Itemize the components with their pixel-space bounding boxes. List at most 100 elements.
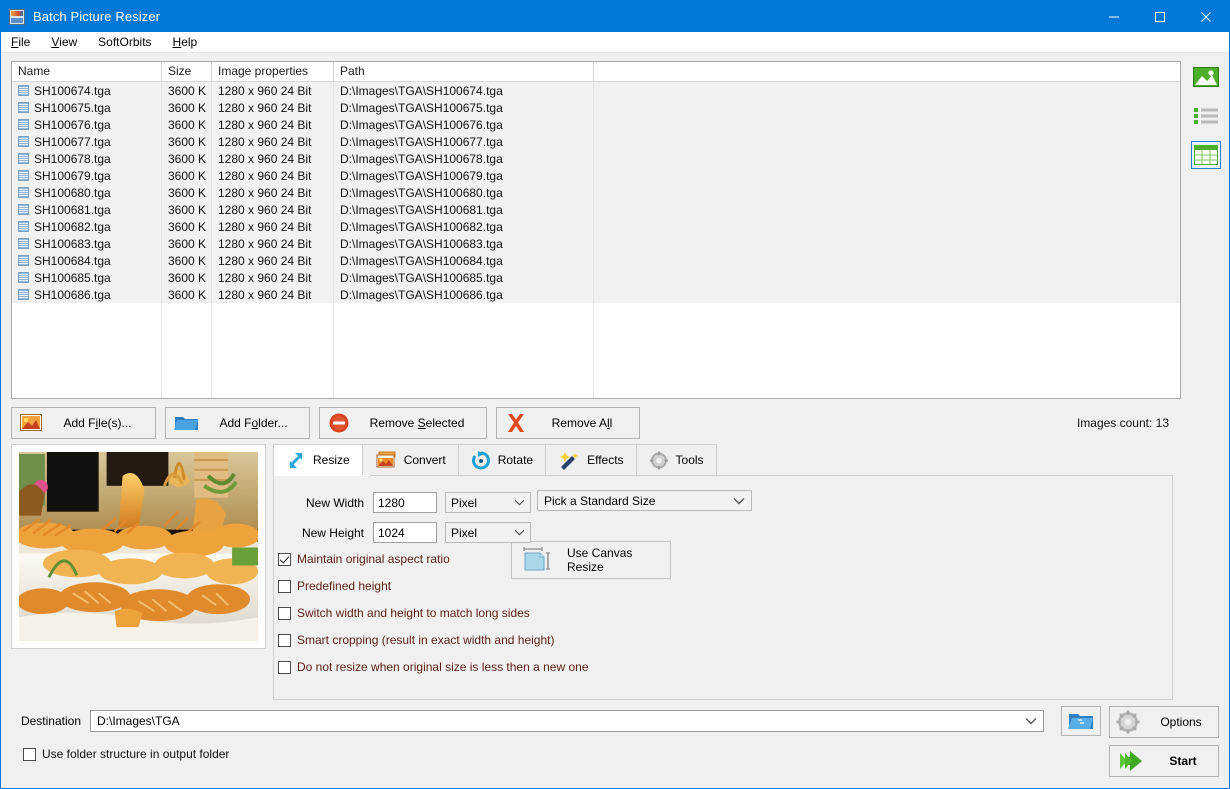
- use-folder-structure-row[interactable]: Use folder structure in output folder: [23, 747, 1101, 761]
- maximize-button[interactable]: [1137, 1, 1183, 32]
- remove-selected-label: Remove Selected: [369, 415, 465, 430]
- browse-folder-button[interactable]: [1061, 706, 1101, 736]
- cell-image-properties: 1280 x 960 24 Bit: [218, 168, 312, 183]
- menu-help[interactable]: Help: [171, 33, 209, 51]
- resize-option-row[interactable]: Switch width and height to match long si…: [278, 606, 1172, 620]
- resize-option-checkbox[interactable]: [278, 579, 291, 593]
- tab-resize[interactable]: Resize: [273, 444, 363, 475]
- cell-path: D:\Images\TGA\SH100681.tga: [340, 202, 503, 217]
- close-button[interactable]: [1183, 1, 1229, 32]
- column-header-path[interactable]: Path: [334, 62, 594, 81]
- application-window: Batch Picture Resizer File View SoftOrbi…: [0, 0, 1230, 789]
- resize-option-label: Do not resize when original size is less…: [297, 660, 589, 674]
- tga-file-icon: [18, 272, 29, 283]
- table-row[interactable]: SH100678.tga 3600 K 1280 x 960 24 Bit D:\Im…: [12, 150, 1180, 167]
- tab-effects[interactable]: Effects: [545, 444, 637, 475]
- table-row[interactable]: SH100679.tga 3600 K 1280 x 960 24 Bit D:\Im…: [12, 167, 1180, 184]
- cell-name: SH100678.tga: [12, 152, 162, 166]
- add-folder-button[interactable]: Add Folder...: [165, 406, 310, 439]
- tga-file-icon: [18, 136, 29, 147]
- options-button[interactable]: Options: [1109, 706, 1219, 738]
- table-row[interactable]: SH100681.tga 3600 K 1280 x 960 24 Bit D:\Im…: [12, 201, 1180, 218]
- menu-file[interactable]: File: [9, 33, 41, 51]
- cell-size: 3600 K: [168, 253, 207, 268]
- resize-option-row[interactable]: Do not resize when original size is less…: [278, 660, 1172, 674]
- file-name: SH100674.tga: [34, 83, 111, 98]
- destination-combo[interactable]: D:\Images\TGA: [90, 710, 1044, 732]
- add-files-button[interactable]: Add File(s)...: [11, 406, 156, 439]
- main-body: Name Size Image properties Path SH100674…: [1, 53, 1229, 700]
- tga-file-icon: [18, 153, 29, 164]
- chevron-down-icon: [514, 499, 525, 506]
- column-header-image-properties[interactable]: Image properties: [212, 62, 334, 81]
- file-list[interactable]: Name Size Image properties Path SH100674…: [11, 61, 1181, 399]
- resize-option-row[interactable]: Smart cropping (result in exact width an…: [278, 633, 1172, 647]
- new-width-input[interactable]: [373, 492, 437, 513]
- new-width-unit-select[interactable]: Pixel: [445, 492, 531, 513]
- use-folder-structure-checkbox[interactable]: [23, 747, 36, 761]
- tga-file-icon: [18, 289, 29, 300]
- cell-image-properties: 1280 x 960 24 Bit: [218, 100, 312, 115]
- resize-option-row[interactable]: Maintain original aspect ratio: [278, 552, 1172, 566]
- resize-option-row[interactable]: Predefined height: [278, 579, 1172, 593]
- column-header-name[interactable]: Name: [12, 62, 162, 81]
- menu-view[interactable]: View: [49, 33, 88, 51]
- tab-convert[interactable]: Convert: [361, 444, 459, 475]
- cell-name: SH100683.tga: [12, 237, 162, 251]
- table-row[interactable]: SH100676.tga 3600 K 1280 x 960 24 Bit D:\Im…: [12, 116, 1180, 133]
- table-row[interactable]: SH100684.tga 3600 K 1280 x 960 24 Bit D:\Im…: [12, 252, 1180, 269]
- menu-softorbits[interactable]: SoftOrbits: [96, 33, 162, 51]
- resize-option-checkbox[interactable]: [278, 552, 291, 566]
- file-name: SH100677.tga: [34, 134, 111, 149]
- tga-file-icon: [18, 85, 29, 96]
- thumbnail-view-icon: [1193, 67, 1219, 87]
- table-row[interactable]: SH100686.tga 3600 K 1280 x 960 24 Bit D:\Im…: [12, 286, 1180, 303]
- file-name: SH100678.tga: [34, 151, 111, 166]
- details-view-button[interactable]: [1191, 141, 1221, 169]
- preview-image: [19, 452, 258, 641]
- new-height-input[interactable]: [373, 522, 437, 543]
- image-icon: [20, 414, 42, 431]
- cell-size: 3600 K: [168, 100, 207, 115]
- footer: Destination D:\Images\TGA Use folder str…: [1, 700, 1229, 788]
- column-header-size[interactable]: Size: [162, 62, 212, 81]
- cell-name: SH100676.tga: [12, 118, 162, 132]
- cell-image-properties: 1280 x 960 24 Bit: [218, 219, 312, 234]
- cell-path: D:\Images\TGA\SH100677.tga: [340, 134, 503, 149]
- browse-folder-icon: [1068, 711, 1094, 731]
- cell-size: 3600 K: [168, 151, 207, 166]
- list-view-button[interactable]: [1191, 102, 1221, 130]
- tab-effects-label: Effects: [587, 453, 624, 467]
- table-row[interactable]: SH100675.tga 3600 K 1280 x 960 24 Bit D:\Im…: [12, 99, 1180, 116]
- remove-all-button[interactable]: Remove All: [496, 406, 640, 439]
- resize-option-checkbox[interactable]: [278, 606, 291, 620]
- chevron-down-icon: [514, 529, 525, 536]
- table-row[interactable]: SH100674.tga 3600 K 1280 x 960 24 Bit D:\Im…: [12, 82, 1180, 99]
- use-canvas-resize-label: Use Canvas Resize: [567, 546, 633, 574]
- file-list-header: Name Size Image properties Path: [12, 62, 1180, 82]
- file-name: SH100679.tga: [34, 168, 111, 183]
- remove-selected-button[interactable]: Remove Selected: [319, 406, 487, 439]
- use-canvas-resize-button[interactable]: Use Canvas Resize: [511, 541, 671, 579]
- table-row[interactable]: SH100685.tga 3600 K 1280 x 960 24 Bit D:\Im…: [12, 269, 1180, 286]
- start-button[interactable]: Start: [1109, 745, 1219, 777]
- thumbnail-view-button[interactable]: [1191, 63, 1221, 91]
- resize-option-checkbox[interactable]: [278, 660, 291, 674]
- table-row[interactable]: SH100680.tga 3600 K 1280 x 960 24 Bit D:\Im…: [12, 184, 1180, 201]
- cell-image-properties: 1280 x 960 24 Bit: [218, 287, 312, 302]
- resize-option-checkbox[interactable]: [278, 633, 291, 647]
- tab-rotate[interactable]: Rotate: [457, 444, 547, 475]
- new-height-unit-select[interactable]: Pixel: [445, 522, 531, 543]
- tab-tools[interactable]: Tools: [635, 444, 717, 475]
- table-row[interactable]: SH100682.tga 3600 K 1280 x 960 24 Bit D:\Im…: [12, 218, 1180, 235]
- minimize-button[interactable]: [1091, 1, 1137, 32]
- standard-size-select[interactable]: Pick a Standard Size: [537, 490, 752, 511]
- tga-file-icon: [18, 187, 29, 198]
- menu-bar: File View SoftOrbits Help: [1, 32, 1229, 53]
- cell-name: SH100679.tga: [12, 169, 162, 183]
- table-row[interactable]: SH100677.tga 3600 K 1280 x 960 24 Bit D:\Im…: [12, 133, 1180, 150]
- gear-icon: [1116, 710, 1140, 734]
- cell-path: D:\Images\TGA\SH100678.tga: [340, 151, 503, 166]
- cell-image-properties: 1280 x 960 24 Bit: [218, 202, 312, 217]
- table-row[interactable]: SH100683.tga 3600 K 1280 x 960 24 Bit D:\Im…: [12, 235, 1180, 252]
